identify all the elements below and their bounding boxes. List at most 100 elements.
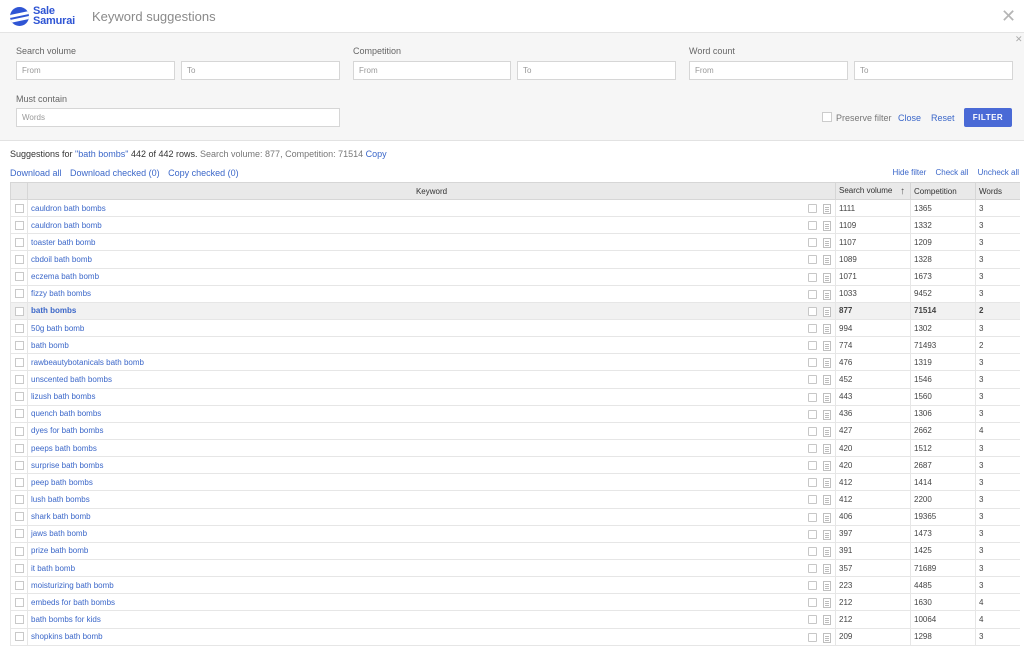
keyword-details-icon[interactable] <box>823 204 831 214</box>
copy-keyword-icon[interactable] <box>808 598 817 608</box>
row-checkbox[interactable] <box>14 460 24 470</box>
row-checkbox[interactable] <box>14 478 24 488</box>
copy-keyword-icon[interactable] <box>808 323 817 333</box>
words-column-header[interactable]: Words <box>975 182 1020 200</box>
keyword-details-icon[interactable] <box>823 358 831 369</box>
keyword-details-icon[interactable] <box>823 221 831 232</box>
row-checkbox[interactable] <box>14 306 24 316</box>
keyword-column-header[interactable]: Keyword <box>27 182 836 200</box>
keyword-link[interactable]: peep bath bombs <box>31 478 93 487</box>
copy-checked-link[interactable]: Copy checked (0) <box>168 168 239 178</box>
keyword-details-icon[interactable] <box>823 255 831 266</box>
row-checkbox[interactable] <box>14 289 24 299</box>
copy-keyword-icon[interactable] <box>808 615 817 625</box>
keyword-details-icon[interactable] <box>823 615 831 626</box>
copy-keyword-icon[interactable] <box>808 546 817 556</box>
keyword-details-icon[interactable] <box>823 478 831 489</box>
download-checked-link[interactable]: Download checked (0) <box>70 168 160 178</box>
keyword-details-icon[interactable] <box>823 341 831 352</box>
keyword-details-icon[interactable] <box>823 443 831 454</box>
row-checkbox[interactable] <box>14 563 24 573</box>
row-checkbox[interactable] <box>14 358 24 368</box>
keyword-link[interactable]: bath bombs <box>31 306 76 315</box>
keyword-link[interactable]: bath bombs for kids <box>31 615 101 624</box>
keyword-details-icon[interactable] <box>823 546 831 557</box>
keyword-details-icon[interactable] <box>823 461 831 472</box>
competition-to-input[interactable] <box>517 61 676 80</box>
keyword-details-icon[interactable] <box>823 392 831 403</box>
filter-button[interactable]: FILTER <box>964 108 1012 127</box>
close-filter-link[interactable]: Close <box>898 113 921 123</box>
keyword-link[interactable]: lizush bath bombs <box>31 392 95 401</box>
keyword-details-icon[interactable] <box>823 495 831 506</box>
keyword-details-icon[interactable] <box>823 306 831 317</box>
row-checkbox[interactable] <box>14 255 24 265</box>
keyword-link[interactable]: embeds for bath bombs <box>31 598 115 607</box>
keyword-link[interactable]: cauldron bath bombs <box>31 204 106 213</box>
copy-keyword-icon[interactable] <box>808 255 817 265</box>
copy-keyword-icon[interactable] <box>808 563 817 573</box>
keyword-link[interactable]: moisturizing bath bomb <box>31 581 114 590</box>
search-volume-from-input[interactable] <box>16 61 175 80</box>
row-checkbox[interactable] <box>14 323 24 333</box>
keyword-details-icon[interactable] <box>823 529 831 540</box>
copy-keyword-icon[interactable] <box>808 443 817 453</box>
copy-keyword-icon[interactable] <box>808 529 817 539</box>
copy-keyword-icon[interactable] <box>808 512 817 522</box>
keyword-link[interactable]: it bath bomb <box>31 564 75 573</box>
keyword-details-icon[interactable] <box>823 632 831 643</box>
copy-keyword-icon[interactable] <box>808 392 817 402</box>
keyword-link[interactable]: surprise bath bombs <box>31 461 103 470</box>
keyword-link[interactable]: cbdoil bath bomb <box>31 255 92 264</box>
competition-from-input[interactable] <box>353 61 511 80</box>
copy-keyword-icon[interactable] <box>808 306 817 316</box>
hide-filter-link[interactable]: Hide filter <box>892 168 926 177</box>
close-modal-icon[interactable]: ✕ <box>1001 7 1016 25</box>
row-checkbox[interactable] <box>14 512 24 522</box>
copy-keyword-icon[interactable] <box>808 238 817 248</box>
keyword-link[interactable]: shark bath bomb <box>31 512 91 521</box>
keyword-details-icon[interactable] <box>823 289 831 300</box>
keyword-details-icon[interactable] <box>823 272 831 283</box>
copy-keyword-icon[interactable] <box>808 409 817 419</box>
row-checkbox[interactable] <box>14 598 24 607</box>
row-checkbox[interactable] <box>14 443 24 453</box>
keyword-link[interactable]: dyes for bath bombs <box>31 426 103 435</box>
keyword-details-icon[interactable] <box>823 598 831 609</box>
row-checkbox[interactable] <box>14 529 24 539</box>
copy-keyword-icon[interactable] <box>808 375 817 385</box>
row-checkbox[interactable] <box>14 409 24 419</box>
close-filter-icon[interactable]: ✕ <box>1015 34 1023 45</box>
row-checkbox[interactable] <box>14 272 24 282</box>
copy-keyword-icon[interactable] <box>808 495 817 505</box>
search-volume-to-input[interactable] <box>181 61 340 80</box>
copy-keyword-icon[interactable] <box>808 358 817 368</box>
check-all-link[interactable]: Check all <box>936 168 969 177</box>
copy-keyword-icon[interactable] <box>808 426 817 436</box>
keyword-link[interactable]: 50g bath bomb <box>31 324 84 333</box>
keyword-details-icon[interactable] <box>823 426 831 437</box>
row-checkbox[interactable] <box>14 546 24 556</box>
row-checkbox[interactable] <box>14 238 24 248</box>
keyword-link[interactable]: prize bath bomb <box>31 546 88 555</box>
copy-keyword-icon[interactable] <box>808 221 817 231</box>
copy-keyword-icon[interactable] <box>808 478 817 488</box>
row-checkbox[interactable] <box>14 392 24 402</box>
row-checkbox[interactable] <box>14 632 24 642</box>
must-contain-input[interactable] <box>16 108 340 127</box>
keyword-link[interactable]: unscented bath bombs <box>31 375 112 384</box>
keyword-link[interactable]: peeps bath bombs <box>31 444 97 453</box>
keyword-details-icon[interactable] <box>823 323 831 334</box>
keyword-link[interactable]: fizzy bath bombs <box>31 289 91 298</box>
copy-keyword-icon[interactable] <box>808 341 817 351</box>
keyword-link[interactable]: toaster bath bomb <box>31 238 95 247</box>
keyword-details-icon[interactable] <box>823 563 831 574</box>
copy-keyword-icon[interactable] <box>808 272 817 282</box>
copy-keyword-icon[interactable] <box>808 204 817 213</box>
keyword-link[interactable]: eczema bath bomb <box>31 272 99 281</box>
keyword-details-icon[interactable] <box>823 238 831 249</box>
keyword-link[interactable]: jaws bath bomb <box>31 529 87 538</box>
preserve-filter-checkbox[interactable] <box>822 112 832 122</box>
row-checkbox[interactable] <box>14 340 24 350</box>
word-count-to-input[interactable] <box>854 61 1013 80</box>
